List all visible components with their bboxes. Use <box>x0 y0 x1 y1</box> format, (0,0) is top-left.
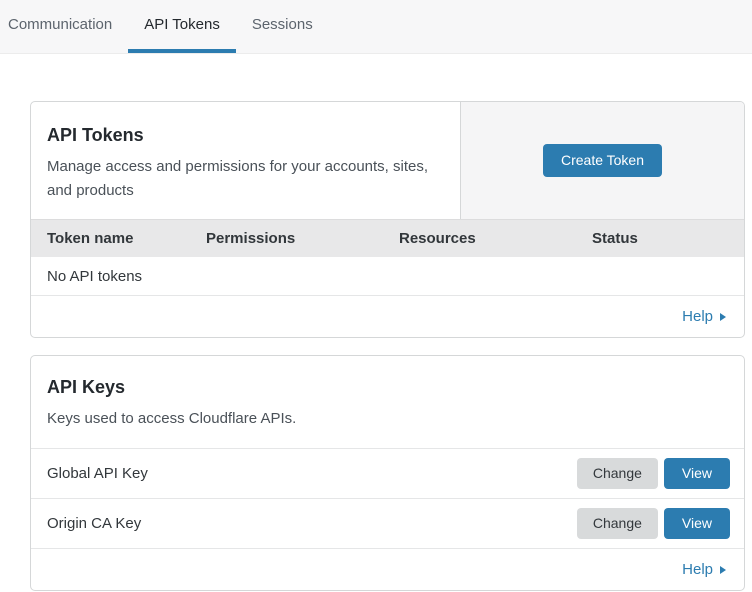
column-header-status: Status <box>592 230 744 247</box>
help-arrow-icon <box>720 313 726 321</box>
tab-sessions[interactable]: Sessions <box>236 0 329 53</box>
tokens-empty-message: No API tokens <box>47 268 142 285</box>
api-keys-description: Keys used to access Cloudflare APIs. <box>47 407 444 431</box>
tokens-empty-row: No API tokens <box>31 257 744 296</box>
key-label-global-api-key: Global API Key <box>47 465 577 482</box>
global-api-key-change-button[interactable]: Change <box>577 458 658 489</box>
api-keys-card-header: API Keys Keys used to access Cloudflare … <box>31 356 744 449</box>
origin-ca-key-change-button[interactable]: Change <box>577 508 658 539</box>
api-tokens-card: API Tokens Manage access and permissions… <box>30 101 745 338</box>
tokens-table-header: Token name Permissions Resources Status <box>31 219 744 257</box>
column-header-token-name: Token name <box>47 230 206 247</box>
api-tokens-header-text: API Tokens Manage access and permissions… <box>31 102 460 219</box>
column-header-permissions: Permissions <box>206 230 399 247</box>
key-row-origin-ca-key: Origin CA Key Change View <box>31 499 744 549</box>
tokens-card-footer: Help <box>31 296 744 337</box>
api-keys-card: API Keys Keys used to access Cloudflare … <box>30 355 745 591</box>
tab-api-tokens[interactable]: API Tokens <box>128 0 236 53</box>
api-tokens-description: Manage access and permissions for your a… <box>47 155 444 203</box>
column-header-resources: Resources <box>399 230 592 247</box>
tab-list: Communication API Tokens Sessions <box>0 0 329 53</box>
keys-help-link[interactable]: Help <box>682 561 726 578</box>
origin-ca-key-view-button[interactable]: View <box>664 508 730 539</box>
global-api-key-view-button[interactable]: View <box>664 458 730 489</box>
tab-bar: Communication API Tokens Sessions <box>0 0 752 54</box>
keys-card-footer: Help <box>31 549 744 590</box>
api-tokens-title: API Tokens <box>47 124 444 146</box>
tokens-help-link[interactable]: Help <box>682 308 726 325</box>
api-tokens-header-action-panel: Create Token <box>460 102 744 219</box>
key-label-origin-ca-key: Origin CA Key <box>47 515 577 532</box>
keys-help-label: Help <box>682 561 713 578</box>
api-keys-title: API Keys <box>47 376 728 398</box>
create-token-button[interactable]: Create Token <box>543 144 662 177</box>
tokens-help-label: Help <box>682 308 713 325</box>
key-row-global-api-key: Global API Key Change View <box>31 449 744 499</box>
api-tokens-card-header: API Tokens Manage access and permissions… <box>31 102 744 219</box>
help-arrow-icon <box>720 566 726 574</box>
tab-communication[interactable]: Communication <box>0 0 128 53</box>
